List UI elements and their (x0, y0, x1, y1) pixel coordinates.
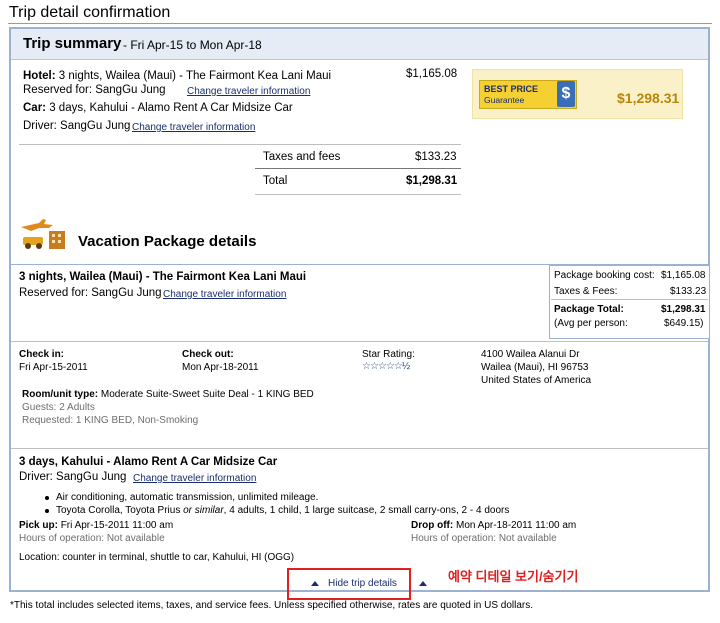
car-label: Car: (23, 102, 47, 114)
change-traveler-link-car[interactable]: Change traveler information (132, 122, 255, 133)
car-location: Location: counter in terminal, shuttle t… (19, 552, 295, 563)
summary-title: Trip summary (23, 35, 122, 52)
vacation-hotel-reserved: Reserved for: SangGu Jung (19, 287, 162, 299)
footnote: *This total includes selected items, tax… (10, 600, 534, 611)
box-total: $1,298.31 (617, 90, 680, 106)
room-type-label: Room/unit type: (22, 389, 99, 400)
package-total-value: $1,298.31 (661, 304, 706, 315)
pickup-label: Pick up: (19, 520, 58, 531)
dropoff-label: Drop off: (411, 520, 454, 531)
page-title: Trip detail confirmation (9, 4, 171, 21)
total-value: $1,298.31 (406, 175, 458, 187)
guests: Guests: 2 Adults (22, 402, 95, 413)
dropoff-hours: Hours of operation: Not available (411, 533, 557, 544)
hotel-reserved: Reserved for: SangGu Jung (23, 84, 166, 96)
car-driver: Driver: SangGu Jung (23, 120, 131, 132)
hotel-line: Hotel: 3 nights, Wailea (Maui) - The Fai… (23, 70, 331, 82)
or-similar: or similar (183, 505, 224, 516)
hotel-label: Hotel: (23, 70, 56, 82)
taxes-fees-value: $133.23 (670, 286, 707, 297)
room-type-value: Moderate Suite-Sweet Suite Deal - 1 KING… (100, 389, 314, 400)
hotel-text: 3 nights, Wailea (Maui) - The Fairmont K… (58, 70, 332, 82)
checkout-label: Check out: (182, 349, 234, 360)
collapse-up-icon[interactable] (311, 581, 319, 586)
pickup-value: Fri Apr-15-2011 11:00 am (60, 520, 174, 531)
total-bottom-divider (255, 194, 461, 195)
summary-divider (19, 144, 461, 145)
best-price-label: BEST PRICE (484, 84, 539, 94)
car-capacity: , 4 adults, 1 child, 1 large suitcase, 2… (223, 505, 510, 516)
checkin-value: Fri Apr-15-2011 (19, 362, 88, 373)
annotation-text: 예약 디테일 보기/숨기기 (448, 569, 579, 584)
change-traveler-link-hotel[interactable]: Change traveler information (187, 86, 310, 97)
vacation-package-icon (19, 217, 69, 251)
vacation-package-title: Vacation Package details (78, 233, 257, 250)
total-label: Total (263, 175, 288, 187)
summary-dates: - Fri Apr-15 to Mon Apr-18 (123, 38, 262, 52)
change-traveler-link-vacation[interactable]: Change traveler information (163, 289, 286, 300)
change-traveler-link-car-detail[interactable]: Change traveler information (133, 473, 256, 484)
pickup-hours: Hours of operation: Not available (19, 533, 165, 544)
star-rating-label: Star Rating: (362, 349, 415, 360)
address-line-1: 4100 Wailea Alanui Dr (481, 349, 580, 360)
taxes-value: $133.23 (415, 151, 457, 163)
requested: Requested: 1 KING BED, Non-Smoking (22, 415, 199, 426)
checkin-label: Check in: (19, 349, 65, 360)
car-heading: 3 days, Kahului - Alamo Rent A Car Midsi… (19, 456, 278, 468)
booking-cost-label: Package booking cost: (554, 270, 655, 281)
taxes-label: Taxes and fees (263, 151, 341, 163)
avg-per-person-value: $649.15) (664, 318, 704, 329)
car-detail-divider (11, 448, 708, 449)
room-type: Room/unit type: Moderate Suite-Sweet Sui… (22, 389, 314, 400)
car-feature-1: Air conditioning, automatic transmission… (56, 492, 319, 503)
hotel-detail-divider (11, 341, 708, 342)
dropoff-value: Mon Apr-18-2011 11:00 am (456, 520, 577, 531)
bullet-icon (45, 509, 49, 513)
car-text: 3 days, Kahului - Alamo Rent A Car Midsi… (49, 102, 293, 114)
taxes-fees-label: Taxes & Fees: (554, 286, 618, 297)
car-feature-2: Toyota Corolla, Toyota Prius or similar,… (56, 505, 509, 516)
car-driver-detail: Driver: SangGu Jung (19, 471, 127, 483)
hide-trip-details-link[interactable]: Hide trip details (328, 578, 397, 589)
avg-per-person-label: (Avg per person: (554, 318, 628, 329)
address-line-3: United States of America (481, 375, 592, 386)
checkout-value: Mon Apr-18-2011 (182, 362, 259, 373)
cost-box-divider (551, 299, 708, 300)
title-divider (8, 23, 712, 24)
collapse-up-icon[interactable] (419, 581, 427, 586)
star-rating-icon: ☆☆☆☆☆½ (362, 361, 410, 372)
bullet-icon (45, 496, 49, 500)
booking-cost-value: $1,165.08 (661, 270, 706, 281)
package-total-label: Package Total: (554, 304, 624, 315)
car-models: Toyota Corolla, Toyota Prius (56, 505, 181, 516)
hotel-price: $1,165.08 (406, 68, 458, 80)
address-line-2: Wailea (Maui), HI 96753 (481, 362, 589, 373)
guarantee-label: Guarantee (484, 95, 525, 105)
total-divider (255, 168, 461, 169)
dropoff: Drop off: Mon Apr-18-2011 11:00 am (411, 520, 576, 531)
dollar-icon: $ (557, 81, 575, 107)
pickup: Pick up: Fri Apr-15-2011 11:00 am (19, 520, 173, 531)
hotel-heading: 3 nights, Wailea (Maui) - The Fairmont K… (19, 271, 307, 283)
car-line: Car: 3 days, Kahului - Alamo Rent A Car … (23, 102, 293, 114)
